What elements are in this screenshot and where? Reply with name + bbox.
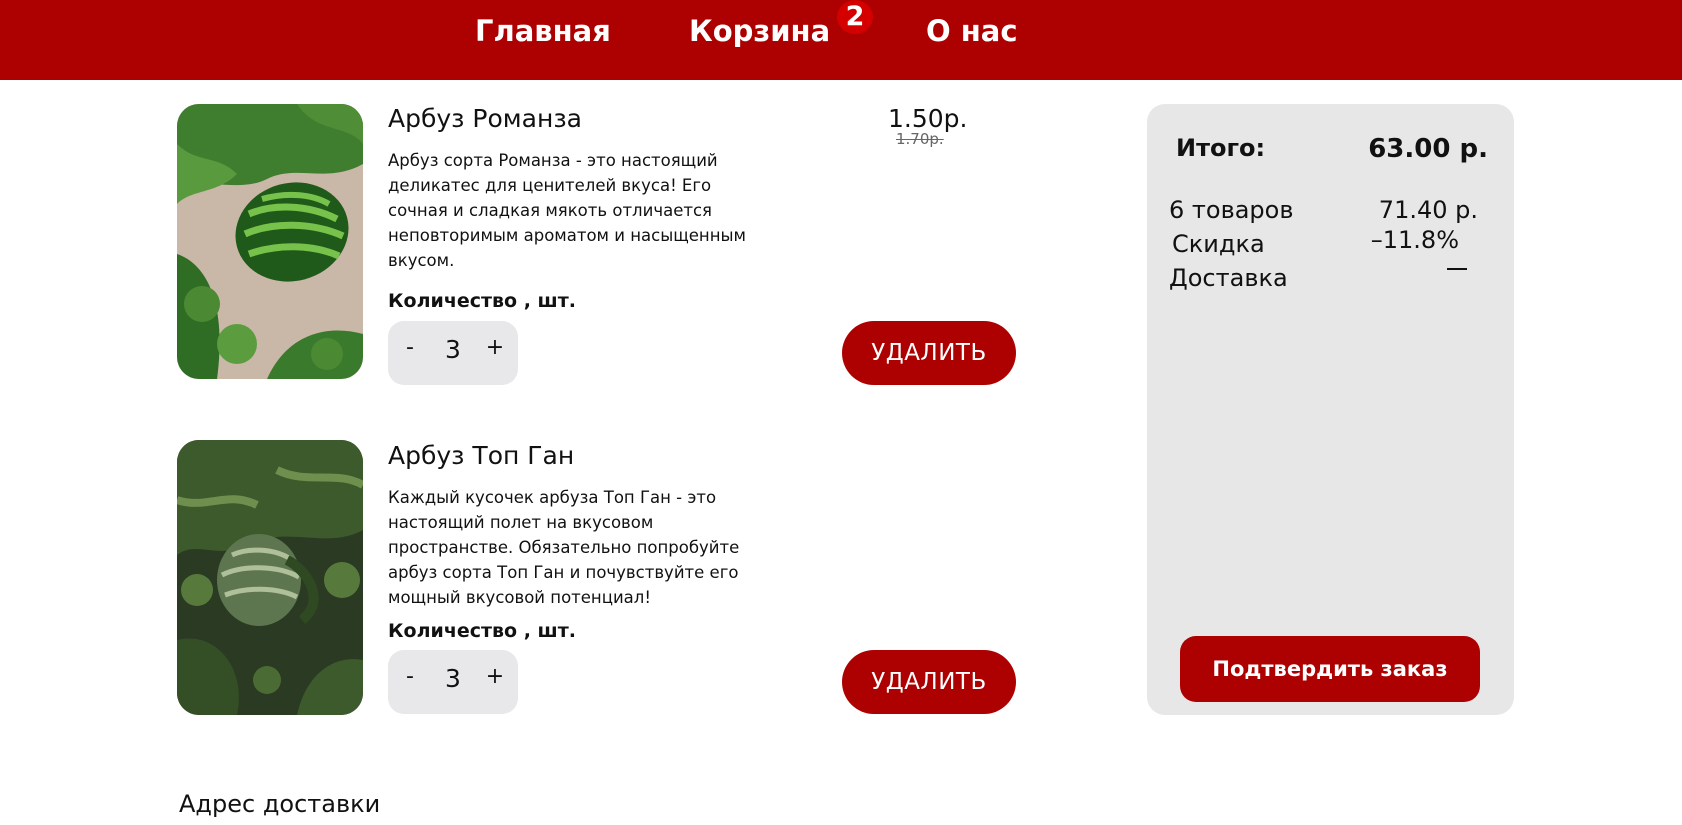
item-price: 1.50р. xyxy=(888,104,968,133)
top-nav-bar: Главная Корзина 2 О нас xyxy=(0,0,1682,80)
discount-value: –11.8% xyxy=(1370,226,1459,254)
items-subtotal-value: 71.40 р. xyxy=(1378,196,1478,224)
total-value: 63.00 р. xyxy=(1368,134,1488,164)
delete-button[interactable]: УДАЛИТЬ xyxy=(842,650,1016,714)
nav-cart-link[interactable]: Корзина xyxy=(689,14,830,48)
product-image-top-gun xyxy=(177,440,363,715)
increase-button[interactable]: + xyxy=(483,335,507,360)
item-title: Арбуз Романза xyxy=(388,104,582,133)
delete-button[interactable]: УДАЛИТЬ xyxy=(842,321,1016,385)
order-summary-panel: Итого: 63.00 р. 6 товаров 71.40 р. Скидк… xyxy=(1147,104,1514,715)
quantity-stepper: - 3 + xyxy=(388,650,518,714)
quantity-label: Количество , шт. xyxy=(388,290,576,312)
quantity-value: 3 xyxy=(445,664,461,693)
discount-label: Скидка xyxy=(1172,230,1265,258)
quantity-label: Количество , шт. xyxy=(388,620,576,642)
delivery-label: Доставка xyxy=(1169,264,1288,292)
decrease-button[interactable]: - xyxy=(398,335,422,360)
item-description: Каждый кусочек арбуза Топ Ган - это наст… xyxy=(388,488,740,607)
cart-count-badge: 2 xyxy=(837,0,873,34)
confirm-order-button[interactable]: Подтвердить заказ xyxy=(1180,636,1480,702)
items-count-label: 6 товаров xyxy=(1169,196,1294,224)
item-description: Арбуз сорта Романза - это настоящий дели… xyxy=(388,151,746,270)
quantity-value: 3 xyxy=(445,335,461,364)
product-image-romanza xyxy=(177,104,363,379)
nav-home-link[interactable]: Главная xyxy=(475,14,611,48)
nav-about-link[interactable]: О нас xyxy=(926,14,1018,48)
item-title: Арбуз Топ Ган xyxy=(388,441,575,470)
decrease-button[interactable]: - xyxy=(398,664,422,689)
delivery-address-heading: Адрес доставки xyxy=(179,790,381,818)
increase-button[interactable]: + xyxy=(483,664,507,689)
delivery-value-dash xyxy=(1447,268,1467,270)
item-old-price: 1.70р. xyxy=(896,130,944,148)
quantity-stepper: - 3 + xyxy=(388,321,518,385)
total-label: Итого: xyxy=(1176,134,1266,162)
